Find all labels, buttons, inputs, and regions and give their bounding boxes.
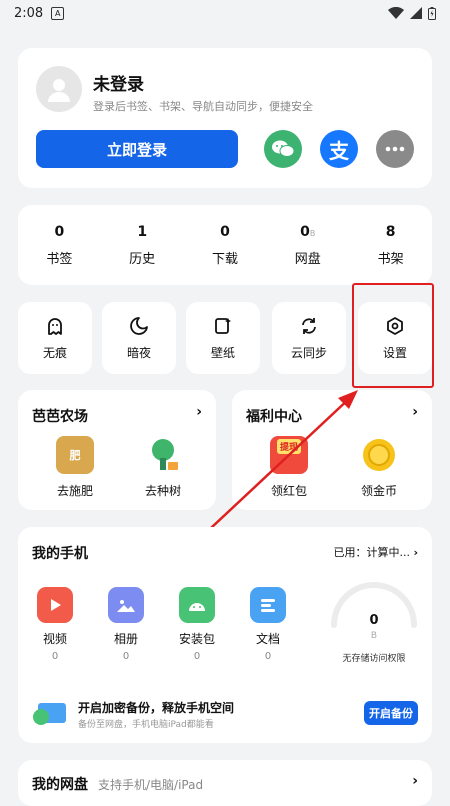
cloud-disk-subtitle: 支持手机/电脑/iPad [98,778,204,792]
chevron-right-icon: › [412,773,418,789]
video-icon [37,587,73,623]
backup-subtitle: 备份至网盘，手机电脑iPad都能看 [78,720,214,730]
my-cloud-disk-card[interactable]: 我的网盘 支持手机/电脑/iPad › [18,760,432,806]
video-app[interactable]: 视频 0 [32,587,78,662]
document-icon [250,587,286,623]
backup-banner[interactable]: 开启加密备份，释放手机空间 备份至网盘，手机电脑iPad都能看 开启备份 [32,699,418,731]
app-count: 0 [122,651,130,662]
storage-used[interactable]: 已用：计算中... › [333,544,418,560]
album-app[interactable]: 相册 0 [103,587,149,662]
backup-title: 开启加密备份，释放手机空间 [78,701,235,715]
storage-used-text: 已用：计算中... [333,546,410,559]
app-count: 0 [264,651,272,662]
app-label: 安装包 [178,632,215,646]
app-count: 0 [51,651,59,662]
app-label: 文档 [255,632,280,646]
android-icon [179,587,215,623]
apk-app[interactable]: 安装包 0 [174,587,220,662]
app-label: 相册 [113,632,138,646]
backup-icon [33,703,66,725]
my-phone-title: 我的手机 [32,546,88,562]
app-label: 视频 [42,632,67,646]
gauge-unit: B [370,631,378,641]
start-backup-button[interactable]: 开启备份 [364,701,418,725]
my-phone-card: 我的手机 已用：计算中... › 视频 0 相册 0 安装包 0 文档 0 0 … [18,527,432,743]
document-app[interactable]: 文档 0 [245,587,291,662]
storage-gauge[interactable]: 0 B 无存储访问权限 [328,579,420,679]
photo-icon [108,587,144,623]
app-count: 0 [193,651,201,662]
gauge-value: 0 [369,613,379,628]
cloud-disk-title: 我的网盘 [32,777,88,793]
gauge-label: 无存储访问权限 [342,654,406,664]
